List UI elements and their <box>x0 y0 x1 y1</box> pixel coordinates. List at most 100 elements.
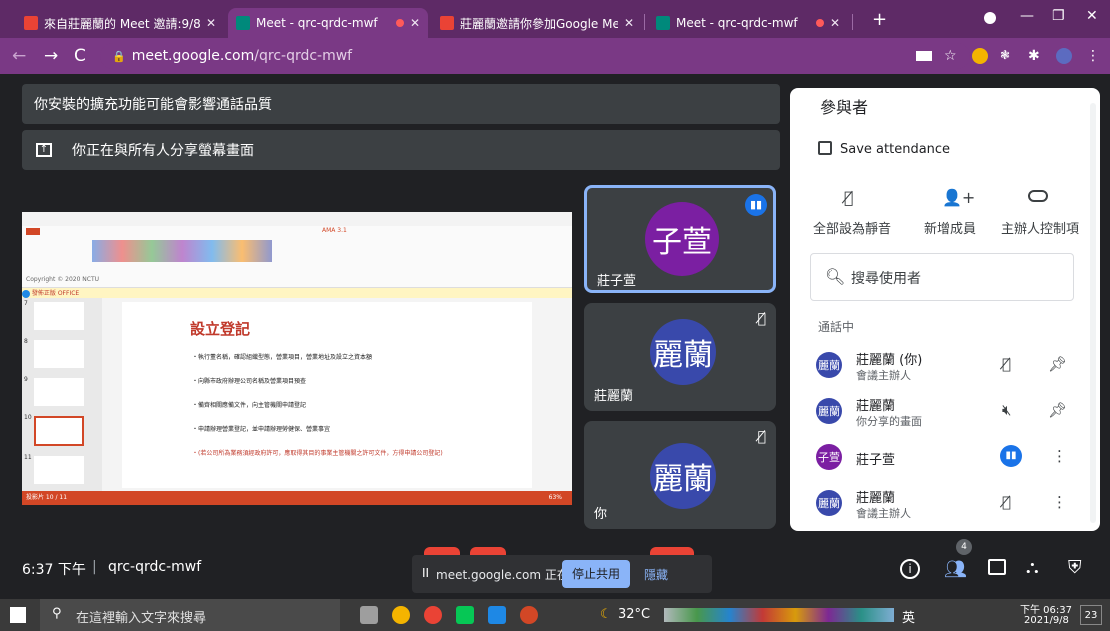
shared-screen-preview[interactable]: AMA 3.1 Copyright © 2020 NCTU 發佈正版 OFFIC… <box>22 212 572 505</box>
participant-row: 麗蘭 莊麗蘭 會議主辦人 🎙̸ ⋮ <box>790 481 1090 527</box>
avatar[interactable] <box>1056 48 1072 64</box>
browser-tab-strip: 來自莊麗蘭的 Meet 邀請:9/8 12: ✕ Meet - qrc-qrdc… <box>0 0 1110 38</box>
zoom-level: 63% <box>548 494 562 501</box>
close-icon[interactable]: ✕ <box>830 16 840 30</box>
mute-all-button[interactable]: 全部設為靜音 <box>802 218 902 237</box>
search-icon: ⚲ <box>52 606 62 621</box>
extension-icon[interactable]: ❃ <box>1000 48 1016 64</box>
mic-off-icon[interactable]: 🎙̸ <box>1002 355 1011 373</box>
people-count-badge: 4 <box>956 539 972 555</box>
add-people-button[interactable]: 新增成員 <box>905 218 995 237</box>
close-icon[interactable]: ✕ <box>624 16 634 30</box>
more-options-icon[interactable]: ⋮ <box>1052 447 1067 465</box>
participant-role: 你分享的畫面 <box>856 415 922 428</box>
participant-tile-active[interactable]: 子萱 ▮▮ 莊子萱 <box>584 185 776 293</box>
share-notice-bar: II meet.google.com 正在共用視窗。 停止共用 隱藏 <box>412 555 712 593</box>
address-bar[interactable]: 🔒 meet.google.com/qrc-qrdc-mwf <box>100 43 970 69</box>
gmail-icon <box>440 16 454 30</box>
panel-scrollbar[interactable] <box>1090 103 1096 523</box>
forward-button[interactable]: → <box>44 46 58 66</box>
thumb-number: 10 <box>24 414 32 421</box>
slide-thumbnail[interactable] <box>34 340 84 368</box>
slide-thumbnail-selected[interactable] <box>34 416 84 446</box>
screen-share-banner: ↑ 你正在與所有人分享螢幕畫面 <box>22 130 780 170</box>
close-icon[interactable]: ✕ <box>206 16 216 30</box>
taskbar-search-box[interactable]: ⚲ 在這裡輸入文字來搜尋 <box>40 599 340 631</box>
tab-meet-2[interactable]: Meet - qrc-qrdc-mwf ✕ <box>648 8 848 38</box>
minimize-button[interactable]: — <box>1020 8 1034 24</box>
host-controls-icon[interactable]: ⛨ <box>1068 557 1082 578</box>
participant-name: 莊子萱 <box>856 453 896 468</box>
slide-thumbnail[interactable] <box>34 378 84 406</box>
app-icon[interactable] <box>360 606 378 624</box>
tab-meet-1[interactable]: Meet - qrc-qrdc-mwf ✕ <box>228 8 428 38</box>
extension-icon[interactable] <box>972 48 988 64</box>
add-person-icon[interactable]: 👤+ <box>942 188 975 207</box>
participant-name: 莊子萱 <box>597 274 637 289</box>
profile-dot-icon[interactable] <box>984 12 996 24</box>
taskbar-date[interactable]: 2021/9/8 <box>1024 615 1069 626</box>
search-input[interactable]: 🔍︎ 搜尋使用者 <box>810 253 1074 301</box>
powerpoint-icon[interactable] <box>520 606 538 624</box>
pin-icon[interactable]: 📌︎ <box>1048 355 1067 373</box>
new-tab-button[interactable]: + <box>872 9 887 30</box>
avatar: 麗蘭 <box>816 352 842 378</box>
star-icon[interactable]: ☆ <box>944 48 960 64</box>
line-icon[interactable] <box>456 606 474 624</box>
chrome-icon[interactable] <box>392 606 410 624</box>
ime-indicator[interactable]: 英 <box>902 607 915 626</box>
thumb-number: 7 <box>24 300 28 307</box>
slide-thumbnail[interactable] <box>34 302 84 330</box>
tab-label: Meet - qrc-qrdc-mwf <box>256 16 378 30</box>
file-explorer-icon[interactable] <box>488 606 506 624</box>
camera-icon[interactable] <box>916 51 932 61</box>
host-controls-button[interactable]: 主辦人控制項 <box>990 218 1090 237</box>
audio-off-icon[interactable]: 🔇︎ <box>1002 401 1011 419</box>
participant-tile[interactable]: 麗蘭 🎙̸ 莊麗蘭 <box>584 303 776 411</box>
reload-button[interactable]: C <box>74 46 86 66</box>
hide-button[interactable]: 隱藏 <box>644 566 668 583</box>
url-domain: meet.google.com <box>131 48 255 64</box>
participant-role: 會議主辦人 <box>856 369 911 382</box>
panel-title: 參與者 <box>820 98 869 117</box>
taskbar-search-placeholder: 在這裡輸入文字來搜尋 <box>76 611 207 626</box>
tab-gmail-invite-2[interactable]: 莊麗蘭邀請你參加Google Meet ✕ <box>432 8 642 38</box>
extension-warning-banner: 你安裝的擴充功能可能會影響通話品質 <box>22 84 780 124</box>
mic-off-icon[interactable]: 🎙̸ <box>844 188 854 207</box>
taskbar-time[interactable]: 下午 06:37 <box>1020 601 1072 616</box>
window-close-button[interactable]: ✕ <box>1086 8 1098 24</box>
close-icon[interactable]: ✕ <box>410 16 420 30</box>
search-icon: 🔍︎ <box>825 267 846 286</box>
tab-gmail-invite-1[interactable]: 來自莊麗蘭的 Meet 邀請:9/8 12: ✕ <box>16 8 224 38</box>
back-button[interactable]: ← <box>12 46 26 66</box>
weather-temp: 32°C <box>618 607 651 622</box>
pin-icon[interactable]: 📌︎ <box>1048 401 1067 419</box>
people-icon[interactable]: 👥︎ <box>944 559 967 580</box>
participant-name: 莊麗蘭 <box>856 399 896 414</box>
windows-start-icon[interactable] <box>10 607 26 623</box>
slide-thumbnail[interactable] <box>34 456 84 484</box>
copyright-label: Copyright © 2020 NCTU <box>26 276 100 283</box>
ribbon-tab: AMA 3.1 <box>322 227 347 234</box>
save-attendance-button[interactable]: Save attendance <box>840 142 950 157</box>
chrome-icon[interactable] <box>424 606 442 624</box>
activities-icon[interactable]: ⛬ <box>1026 557 1039 578</box>
self-tile[interactable]: 麗蘭 🎙̸ 你 <box>584 421 776 529</box>
toggle-icon[interactable] <box>1028 190 1048 202</box>
menu-icon[interactable]: ⋮ <box>1086 48 1102 64</box>
maximize-button[interactable]: ❐ <box>1052 8 1065 24</box>
system-tray-icons[interactable] <box>664 608 894 622</box>
recording-dot-icon <box>815 19 824 27</box>
chat-icon[interactable] <box>988 559 1006 575</box>
meet-icon <box>656 16 670 30</box>
mic-off-icon[interactable]: 🎙̸ <box>1002 493 1011 511</box>
tab-label: 莊麗蘭邀請你參加Google Meet <box>460 16 618 31</box>
stop-sharing-button[interactable]: 停止共用 <box>562 560 630 588</box>
weather-icon: ☾ <box>600 607 612 622</box>
puzzle-icon[interactable]: ✱ <box>1028 48 1044 64</box>
participant-name: 莊麗蘭 <box>856 491 896 506</box>
more-options-icon[interactable]: ⋮ <box>1052 493 1067 511</box>
notification-badge[interactable]: 23 <box>1080 605 1102 625</box>
participant-row: 麗蘭 莊麗蘭 (你) 會議主辦人 🎙̸ 📌︎ <box>790 343 1090 389</box>
info-icon[interactable]: i <box>900 559 920 579</box>
